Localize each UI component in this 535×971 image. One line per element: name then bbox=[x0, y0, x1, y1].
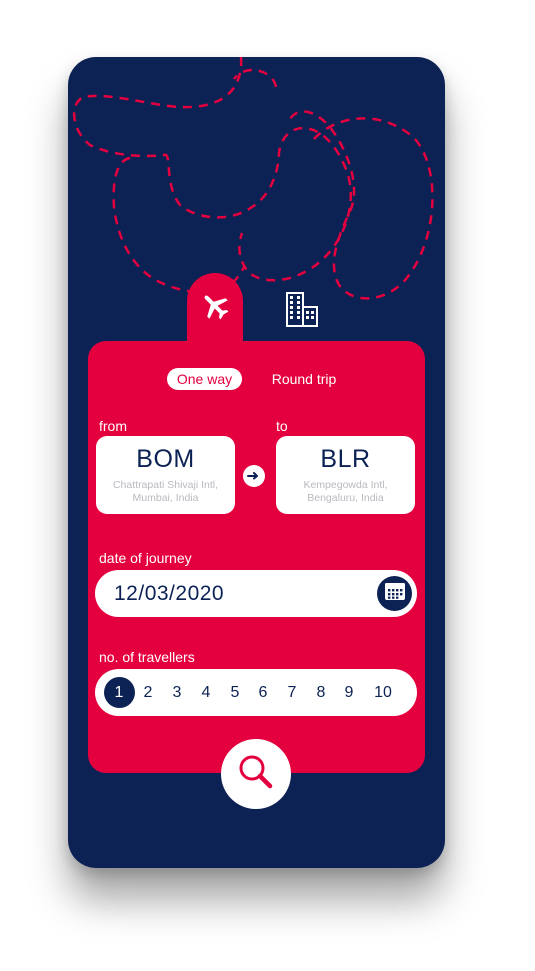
traveller-option-5[interactable]: 5 bbox=[220, 677, 251, 708]
traveller-option-9[interactable]: 9 bbox=[334, 677, 365, 708]
traveller-option-10[interactable]: 10 bbox=[368, 677, 399, 708]
swap-airports-button[interactable] bbox=[243, 465, 265, 487]
travellers-label: no. of travellers bbox=[99, 649, 195, 665]
search-button[interactable] bbox=[221, 739, 291, 809]
date-value: 12/03/2020 bbox=[114, 582, 225, 605]
traveller-option-7[interactable]: 7 bbox=[277, 677, 308, 708]
calendar-button[interactable] bbox=[377, 576, 412, 611]
flight-mode-tab[interactable] bbox=[187, 273, 243, 343]
airplane-icon bbox=[199, 290, 231, 327]
phone-frame: One way Round trip from to BOM Chattrapa… bbox=[68, 57, 445, 868]
date-of-journey-field[interactable]: 12/03/2020 bbox=[95, 570, 417, 617]
travellers-selector: 1 2 3 4 5 6 7 8 9 10 bbox=[95, 669, 417, 716]
building-icon bbox=[280, 287, 324, 336]
calendar-icon bbox=[384, 581, 406, 606]
to-airport-name: Kempegowda Intl, Bengaluru, India bbox=[303, 479, 388, 504]
to-airport-selector[interactable]: BLR Kempegowda Intl, Bengaluru, India bbox=[276, 436, 415, 514]
to-airport-code: BLR bbox=[320, 445, 371, 473]
date-label: date of journey bbox=[99, 550, 192, 566]
traveller-option-3[interactable]: 3 bbox=[162, 677, 193, 708]
search-icon bbox=[236, 752, 276, 797]
from-airport-name: Chattrapati Shivaji Intl, Mumbai, India bbox=[112, 479, 219, 504]
traveller-option-2[interactable]: 2 bbox=[133, 677, 164, 708]
traveller-option-1[interactable]: 1 bbox=[103, 677, 135, 708]
traveller-option-6[interactable]: 6 bbox=[248, 677, 279, 708]
one-way-toggle[interactable]: One way bbox=[167, 368, 242, 390]
hotel-mode-tab[interactable] bbox=[274, 278, 330, 344]
from-airport-code: BOM bbox=[136, 445, 195, 473]
arrow-right-icon bbox=[247, 467, 261, 485]
booking-form-card: One way Round trip from to BOM Chattrapa… bbox=[88, 341, 425, 773]
traveller-option-4[interactable]: 4 bbox=[191, 677, 222, 708]
traveller-option-8[interactable]: 8 bbox=[306, 677, 337, 708]
from-airport-selector[interactable]: BOM Chattrapati Shivaji Intl, Mumbai, In… bbox=[96, 436, 235, 514]
from-label: from bbox=[99, 418, 127, 434]
round-trip-toggle[interactable]: Round trip bbox=[265, 368, 343, 390]
to-label: to bbox=[276, 418, 288, 434]
